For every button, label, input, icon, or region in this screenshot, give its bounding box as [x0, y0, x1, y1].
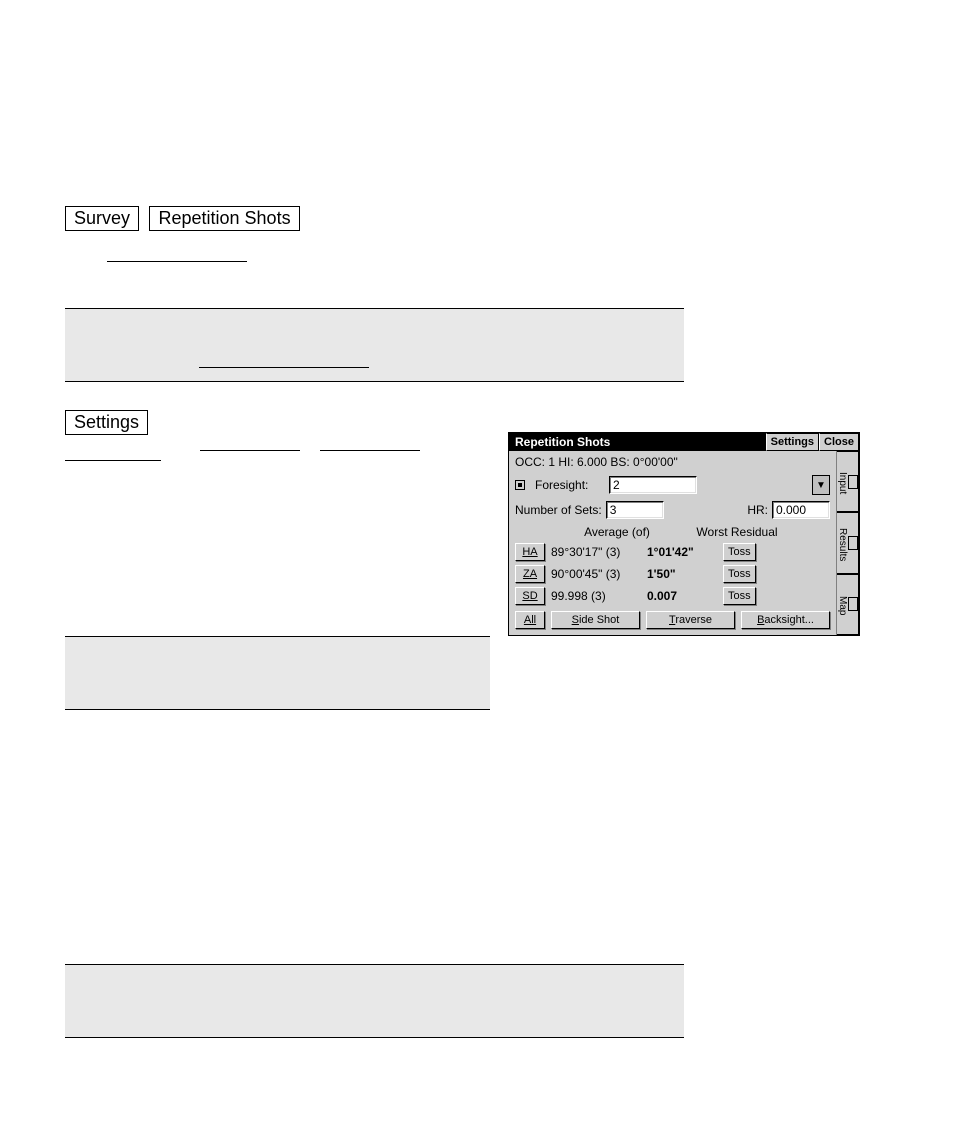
- backsight-button[interactable]: Backsight...: [741, 611, 830, 629]
- sd-average: 99.998 (3): [545, 589, 647, 603]
- underline-5: [320, 450, 420, 451]
- tab-input[interactable]: Input: [837, 451, 859, 512]
- numsets-input[interactable]: [606, 501, 664, 519]
- survey-doc-button: Survey: [65, 206, 139, 231]
- za-button[interactable]: ZA: [515, 565, 545, 583]
- row-ha: HA 89°30'17" (3) 1°01'42" Toss: [515, 543, 830, 561]
- numsets-label: Number of Sets:: [515, 503, 602, 517]
- underline-4: [200, 450, 300, 451]
- shaded-box-3: [65, 964, 684, 1038]
- all-button[interactable]: All: [515, 611, 545, 629]
- foresight-option-icon[interactable]: [515, 480, 525, 490]
- foresight-label: Foresight:: [535, 478, 605, 492]
- underline-2: [199, 367, 369, 368]
- underline-3: [65, 460, 161, 461]
- window-title: Repetition Shots: [509, 433, 766, 451]
- ha-button[interactable]: HA: [515, 543, 545, 561]
- ha-toss-button[interactable]: Toss: [723, 543, 756, 561]
- close-button[interactable]: Close: [819, 433, 859, 451]
- ha-average: 89°30'17" (3): [545, 545, 647, 559]
- underline-1: [107, 261, 247, 262]
- za-residual: 1'50": [647, 567, 723, 581]
- hr-input[interactable]: [772, 501, 830, 519]
- repetition-shots-dialog: Repetition Shots Settings Close OCC: 1 H…: [508, 432, 860, 636]
- chevron-down-icon: ▼: [816, 480, 826, 491]
- main-panel: OCC: 1 HI: 6.000 BS: 0°00'00" Foresight:…: [509, 451, 836, 635]
- foresight-dropdown-button[interactable]: ▼: [812, 475, 830, 495]
- row-za: ZA 90°00'45" (3) 1'50" Toss: [515, 565, 830, 583]
- tab-map[interactable]: Map: [837, 574, 859, 635]
- settings-button[interactable]: Settings: [766, 433, 819, 451]
- foresight-input[interactable]: [609, 476, 697, 494]
- titlebar: Repetition Shots Settings Close: [509, 433, 859, 451]
- sd-residual: 0.007: [647, 589, 723, 603]
- sd-toss-button[interactable]: Toss: [723, 587, 756, 605]
- hr-label: HR:: [747, 503, 768, 517]
- tab-results[interactable]: Results: [837, 512, 859, 573]
- shaded-box-2: [65, 636, 490, 710]
- traverse-button[interactable]: Traverse: [646, 611, 735, 629]
- ha-residual: 1°01'42": [647, 545, 723, 559]
- sd-button[interactable]: SD: [515, 587, 545, 605]
- za-toss-button[interactable]: Toss: [723, 565, 756, 583]
- repetition-shots-doc-button: Repetition Shots: [149, 206, 299, 231]
- average-header: Average (of): [547, 525, 687, 539]
- side-tabs: Input Results Map: [836, 451, 859, 635]
- shaded-box-1: [65, 308, 684, 382]
- map-icon: [848, 597, 858, 611]
- side-shot-button[interactable]: Side Shot: [551, 611, 640, 629]
- input-icon: [848, 475, 858, 489]
- row-sd: SD 99.998 (3) 0.007 Toss: [515, 587, 830, 605]
- za-average: 90°00'45" (3): [545, 567, 647, 581]
- settings-doc-button: Settings: [65, 410, 148, 435]
- residual-header: Worst Residual: [687, 525, 787, 539]
- results-icon: [848, 536, 858, 550]
- status-text: OCC: 1 HI: 6.000 BS: 0°00'00": [515, 455, 830, 469]
